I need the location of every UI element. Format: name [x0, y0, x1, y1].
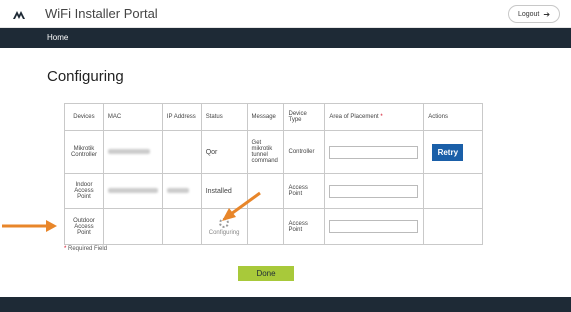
done-button[interactable]: Done [238, 266, 294, 281]
column-header-area: Area of Placement * [324, 103, 425, 131]
footer-bar [0, 297, 571, 312]
area-cell [324, 173, 425, 209]
nav-bar: Home [0, 28, 571, 48]
area-cell [324, 208, 425, 245]
table-row: Outdoor Access Point Configuring Access … [64, 208, 483, 245]
column-header: Devices [64, 103, 104, 131]
actions-cell [423, 208, 483, 245]
status-cell: Installed [200, 173, 248, 209]
mac-value-redacted [107, 187, 158, 193]
logout-label: Logout [517, 10, 540, 18]
ip-cell [161, 173, 202, 209]
column-header: Status [200, 103, 248, 131]
area-cell [324, 130, 425, 174]
required-asterisk: * [380, 114, 383, 120]
ip-cell [161, 130, 202, 174]
annotation-arrow-left [2, 220, 57, 232]
status-cell: Configuring [200, 208, 248, 245]
table-row: Mikrotik Controller Qor Get mikrotik tun… [64, 130, 483, 174]
device-type-cell: Controller [283, 130, 326, 174]
actions-cell: Retry [423, 130, 483, 174]
status-label: Configuring [208, 229, 240, 236]
table-header-row: Devices MAC IP Address Status Message De… [64, 103, 483, 131]
area-of-placement-input[interactable] [329, 220, 419, 233]
logout-button[interactable]: Logout ➔ [508, 5, 560, 23]
message-cell [246, 208, 285, 245]
devices-table: Devices MAC IP Address Status Message De… [64, 103, 483, 245]
mac-cell [102, 173, 163, 209]
ip-cell [161, 208, 202, 245]
column-header: MAC [102, 103, 163, 131]
device-name: Indoor Access Point [64, 173, 104, 209]
retry-button[interactable]: Retry [432, 143, 464, 161]
area-of-placement-input[interactable] [329, 184, 419, 198]
device-type-cell: Access Point [283, 173, 326, 209]
top-bar: WiFi Installer Portal Logout ➔ [0, 0, 571, 28]
actions-cell [423, 173, 483, 209]
arrow-right-icon: ➔ [543, 9, 551, 19]
column-header: Device Type [283, 103, 326, 131]
device-name: Outdoor Access Point [64, 208, 104, 245]
ip-value-redacted [166, 187, 189, 193]
page-title: Configuring [47, 68, 124, 85]
column-header: Message [246, 103, 285, 131]
column-header: Actions [423, 103, 483, 131]
device-name: Mikrotik Controller [64, 130, 104, 174]
brand-logo-icon [13, 11, 25, 19]
mac-cell [102, 130, 163, 174]
message-cell: Get mikrotik tunnel command [246, 130, 285, 174]
area-of-placement-input[interactable] [329, 145, 419, 159]
mac-cell [102, 208, 163, 245]
status-cell: Qor [200, 130, 248, 174]
nav-home-link[interactable]: Home [47, 33, 68, 42]
loading-spinner-icon [219, 217, 230, 228]
required-field-note: * Required Field [64, 246, 108, 252]
mac-value-redacted [107, 148, 150, 154]
table-row: Indoor Access Point Installed Access Poi… [64, 173, 483, 209]
device-type-cell: Access Point [283, 208, 326, 245]
required-asterisk: * [64, 246, 67, 252]
column-header: IP Address [161, 103, 202, 131]
app-title: WiFi Installer Portal [45, 6, 158, 21]
message-cell [246, 173, 285, 209]
